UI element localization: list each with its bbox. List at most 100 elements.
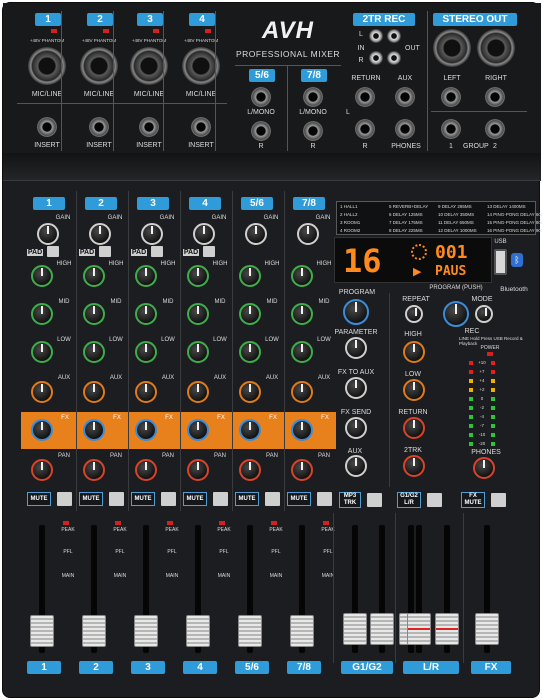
aux-send-knob[interactable] (83, 381, 105, 403)
pan-knob[interactable] (135, 459, 157, 481)
g1g2-lr-button[interactable]: G1/G2 L/R (397, 492, 421, 508)
mid-eq-knob[interactable] (187, 303, 209, 325)
channel-fader[interactable] (238, 615, 262, 647)
fx-return-fader[interactable] (475, 613, 499, 645)
rca-jack[interactable] (387, 51, 401, 65)
phones-jack[interactable] (395, 119, 415, 139)
fx-send-knob[interactable] (31, 419, 53, 441)
mute-toggle[interactable] (265, 492, 280, 506)
line-l-jack[interactable] (251, 87, 271, 107)
mute-button[interactable]: MUTE (183, 492, 207, 506)
rca-jack[interactable] (369, 51, 383, 65)
left-main-fader[interactable] (407, 613, 431, 645)
group-1-jack[interactable] (441, 119, 461, 139)
mute-toggle[interactable] (57, 492, 72, 506)
aux-send-knob[interactable] (291, 381, 313, 403)
insert-jack[interactable] (37, 117, 57, 137)
gain-knob[interactable] (89, 223, 111, 245)
channel-fader[interactable] (290, 615, 314, 647)
pan-knob[interactable] (83, 459, 105, 481)
rca-jack[interactable] (369, 29, 383, 43)
mute-button[interactable]: MUTE (235, 492, 259, 506)
group-2-jack[interactable] (485, 119, 505, 139)
fx-send-knob[interactable] (83, 419, 105, 441)
channel-fader[interactable] (134, 615, 158, 647)
line-r-jack[interactable] (303, 121, 323, 141)
insert-jack[interactable] (89, 117, 109, 137)
low-eq-knob[interactable] (83, 341, 105, 363)
fx-to-aux-knob[interactable] (345, 377, 367, 399)
fx-send-knob[interactable] (291, 419, 313, 441)
gain-knob[interactable] (141, 223, 163, 245)
parameter-knob[interactable] (345, 337, 367, 359)
high-eq-knob[interactable] (239, 265, 261, 287)
insert-jack[interactable] (139, 117, 159, 137)
mid-eq-knob[interactable] (31, 303, 53, 325)
low-eq-knob[interactable] (31, 341, 53, 363)
fx-send-master-knob[interactable] (345, 417, 367, 439)
mute-button[interactable]: MUTE (79, 492, 103, 506)
high-master-knob[interactable] (403, 341, 425, 363)
pad-button[interactable] (99, 246, 111, 257)
line-r-jack[interactable] (251, 121, 271, 141)
gain-knob[interactable] (245, 223, 267, 245)
mp3-button[interactable]: MP3 TRK (339, 492, 361, 508)
low-eq-knob[interactable] (187, 341, 209, 363)
program-push-knob[interactable] (443, 301, 469, 327)
high-eq-knob[interactable] (187, 265, 209, 287)
mode-button[interactable] (475, 305, 493, 323)
gain-knob[interactable] (297, 223, 319, 245)
right-out-xlr[interactable] (477, 29, 515, 67)
high-eq-knob[interactable] (135, 265, 157, 287)
program-knob[interactable] (343, 299, 369, 325)
mute-toggle[interactable] (109, 492, 124, 506)
repeat-button[interactable] (405, 305, 423, 323)
channel-fader[interactable] (30, 615, 54, 647)
high-eq-knob[interactable] (31, 265, 53, 287)
rca-jack[interactable] (387, 29, 401, 43)
right-main-fader[interactable] (435, 613, 459, 645)
mp3-toggle[interactable] (367, 493, 382, 507)
pan-knob[interactable] (291, 459, 313, 481)
fx-send-knob[interactable] (239, 419, 261, 441)
aux-send-knob[interactable] (239, 381, 261, 403)
aux-send-knob[interactable] (187, 381, 209, 403)
pad-button[interactable] (47, 246, 59, 257)
g2-fader[interactable] (370, 613, 394, 645)
low-eq-knob[interactable] (239, 341, 261, 363)
mid-eq-knob[interactable] (135, 303, 157, 325)
gain-knob[interactable] (193, 223, 215, 245)
mute-toggle[interactable] (161, 492, 176, 506)
aux-master-knob[interactable] (345, 455, 367, 477)
g1g2-lr-toggle[interactable] (427, 493, 442, 507)
return-r-jack[interactable] (355, 119, 375, 139)
phones-master-knob[interactable] (473, 457, 495, 479)
insert-jack[interactable] (191, 117, 211, 137)
low-eq-knob[interactable] (291, 341, 313, 363)
mid-eq-knob[interactable] (83, 303, 105, 325)
fx-send-knob[interactable] (135, 419, 157, 441)
mute-button[interactable]: MUTE (287, 492, 311, 506)
pan-knob[interactable] (187, 459, 209, 481)
left-out-xlr[interactable] (433, 29, 471, 67)
fx-mute-toggle[interactable] (491, 493, 506, 507)
mid-eq-knob[interactable] (291, 303, 313, 325)
fx-send-knob[interactable] (187, 419, 209, 441)
aux-send-knob[interactable] (135, 381, 157, 403)
fx-mute-button[interactable]: FX MUTE (461, 492, 485, 508)
aux-send-knob[interactable] (31, 381, 53, 403)
aux-out-jack[interactable] (395, 87, 415, 107)
low-master-knob[interactable] (403, 379, 425, 401)
channel-fader[interactable] (82, 615, 106, 647)
pan-knob[interactable] (31, 459, 53, 481)
high-eq-knob[interactable] (83, 265, 105, 287)
channel-fader[interactable] (186, 615, 210, 647)
pad-button[interactable] (203, 246, 215, 257)
mute-button[interactable]: MUTE (131, 492, 155, 506)
return-master-knob[interactable] (403, 417, 425, 439)
mute-toggle[interactable] (317, 492, 332, 506)
return-l-jack[interactable] (355, 87, 375, 107)
mid-eq-knob[interactable] (239, 303, 261, 325)
gain-knob[interactable] (37, 223, 59, 245)
line-l-jack[interactable] (303, 87, 323, 107)
